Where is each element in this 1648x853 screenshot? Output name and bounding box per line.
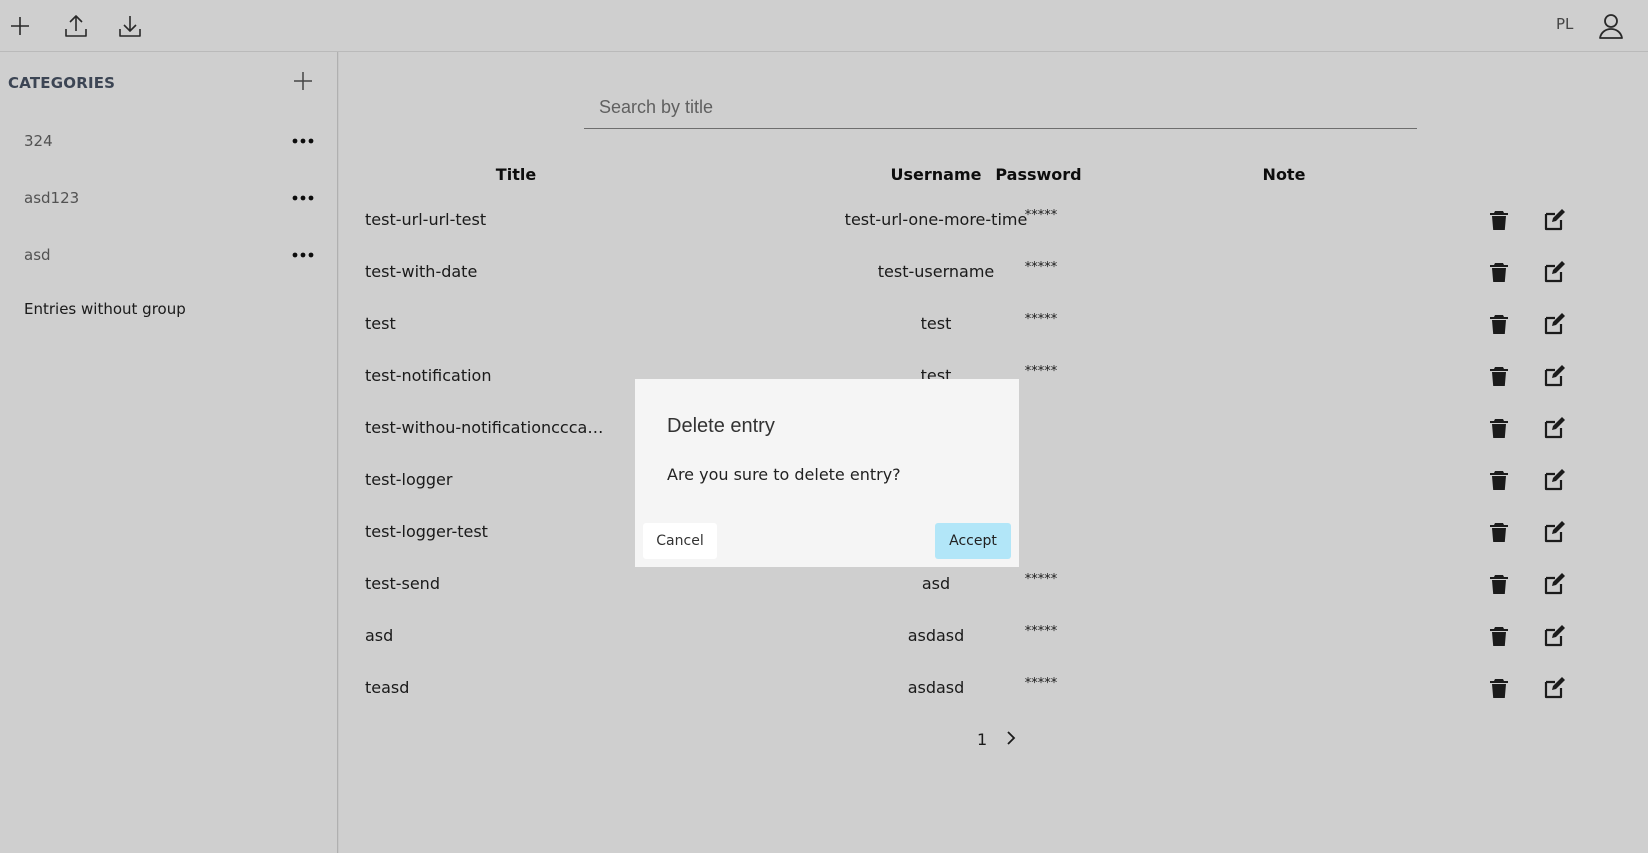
dialog-title: Delete entry [667,415,775,437]
cancel-button[interactable]: Cancel [643,523,717,559]
accept-button[interactable]: Accept [935,523,1011,559]
dialog-message: Are you sure to delete entry? [667,465,901,484]
delete-dialog: Delete entry Are you sure to delete entr… [635,379,1019,567]
